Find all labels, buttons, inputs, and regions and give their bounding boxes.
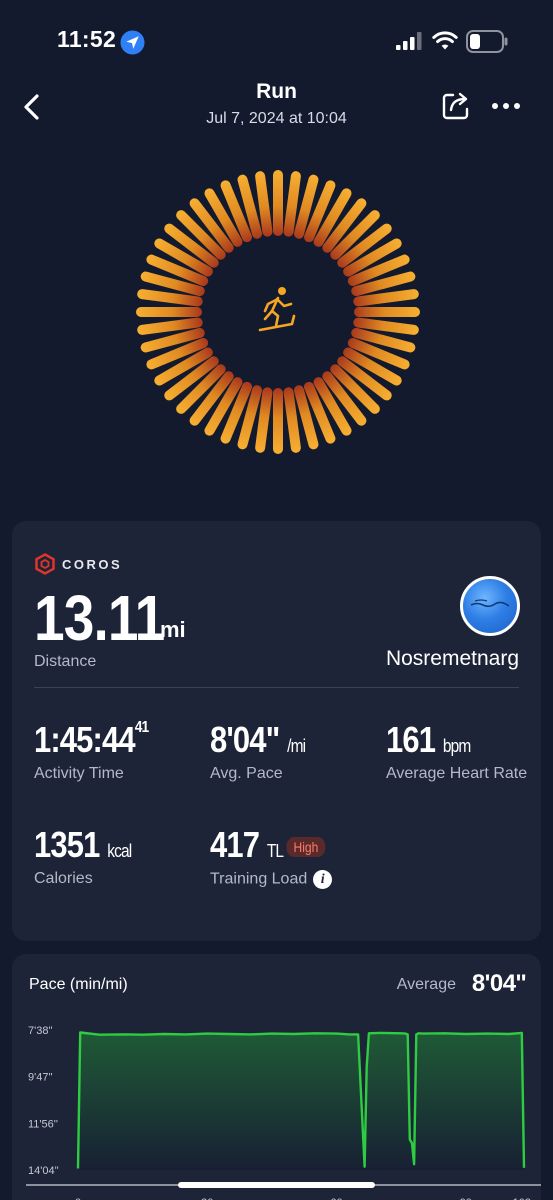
ring-spoke bbox=[354, 307, 420, 317]
battery-icon bbox=[466, 30, 508, 53]
activity-summary-card: COROS 13.11 mi Distance Nosremetnarg 1:4… bbox=[12, 521, 541, 941]
cellular-signal-icon bbox=[396, 32, 422, 50]
avg-pace-stat: 8'04" /mi Avg. Pace bbox=[210, 719, 321, 783]
training-load-stat: 417 TL High Training Load i bbox=[210, 824, 344, 889]
avg-heart-rate-unit: bpm bbox=[442, 736, 471, 756]
coros-wordmark: COROS bbox=[62, 556, 123, 572]
avg-heart-rate-stat: 161 bpm Average Heart Rate bbox=[386, 719, 527, 783]
calories-value: 1351 bbox=[34, 824, 100, 865]
activity-time-hundredths: 41 bbox=[134, 719, 149, 736]
avg-heart-rate-label: Average Heart Rate bbox=[386, 765, 528, 782]
avg-pace-label: Avg. Pace bbox=[210, 765, 283, 782]
pace-average-value: 8'04'' bbox=[471, 970, 527, 997]
share-icon[interactable] bbox=[440, 90, 472, 122]
calories-label: Calories bbox=[34, 870, 93, 887]
activity-ring bbox=[136, 170, 420, 454]
ring-spoke bbox=[273, 170, 283, 236]
calories-unit: kcal bbox=[107, 841, 132, 861]
more-icon[interactable] bbox=[490, 96, 522, 116]
ring-spoke bbox=[273, 388, 283, 454]
distance-unit: mi bbox=[160, 617, 186, 642]
avatar[interactable] bbox=[460, 576, 520, 636]
pace-chart: 7'38''9'47''11'56''14'04'' 0306090103 bbox=[26, 1025, 541, 1200]
activity-time-stat: 1:45:4441 Activity Time bbox=[34, 719, 167, 783]
avg-heart-rate-value: 161 bbox=[386, 719, 436, 760]
status-time: 11:52 bbox=[57, 26, 117, 52]
pace-average-label: Average bbox=[396, 976, 456, 993]
info-icon[interactable]: i bbox=[313, 870, 333, 889]
y-tick-label: 9'47'' bbox=[28, 1072, 53, 1084]
y-tick-label: 14'04'' bbox=[28, 1165, 59, 1177]
training-load-value: 417 bbox=[210, 824, 260, 865]
training-load-unit: TL bbox=[266, 841, 284, 861]
divider bbox=[34, 687, 519, 688]
y-tick-label: 7'38'' bbox=[28, 1025, 53, 1037]
avg-pace-unit: /mi bbox=[287, 736, 306, 756]
treadmill-run-icon bbox=[258, 287, 296, 332]
activity-time-label: Activity Time bbox=[34, 765, 124, 782]
distance-label: Distance bbox=[34, 653, 97, 670]
y-tick-label: 11'56'' bbox=[28, 1118, 58, 1130]
location-arrow-icon bbox=[120, 30, 145, 55]
avg-pace-value: 8'04" bbox=[210, 719, 280, 760]
pace-area bbox=[78, 1032, 524, 1170]
training-load-badge: High bbox=[286, 837, 326, 858]
pace-chart-title: Pace (min/mi) bbox=[29, 976, 128, 993]
status-bar: 11:52 bbox=[0, 0, 553, 84]
coros-hexagon-icon bbox=[35, 553, 55, 575]
ring-spoke bbox=[136, 307, 202, 317]
distance-value: 13.11 bbox=[34, 582, 165, 654]
coros-logo: COROS bbox=[34, 553, 144, 575]
home-indicator bbox=[178, 1182, 375, 1188]
calories-stat: 1351 kcal Calories bbox=[34, 824, 147, 888]
wifi-icon bbox=[432, 31, 458, 50]
username[interactable]: Nosremetnarg bbox=[386, 647, 519, 671]
activity-time-value: 1:45:44 bbox=[34, 719, 136, 760]
pace-chart-card[interactable]: Pace (min/mi) Average 8'04'' 7'38'' 9'47'… bbox=[12, 954, 541, 1200]
training-load-label: Training Load bbox=[210, 870, 308, 888]
